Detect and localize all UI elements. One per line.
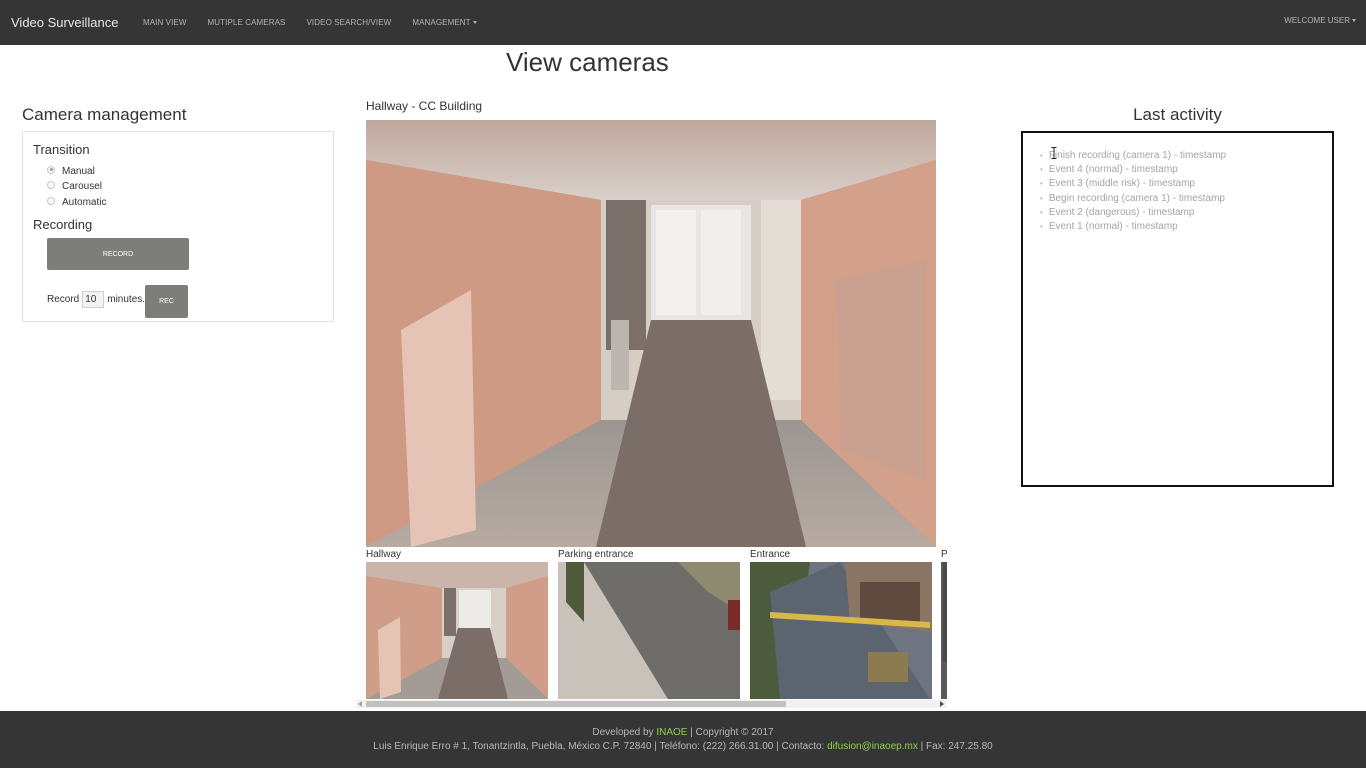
main-camera-feed[interactable] (366, 120, 936, 547)
footer-address: Luis Enrique Erro # 1, Tonantzintla, Pue… (373, 741, 825, 752)
entrance-thumbnail-image (750, 562, 932, 699)
scroll-right-icon[interactable] (940, 701, 944, 707)
radio-manual[interactable]: Manual (47, 165, 95, 177)
camera-management-title: Camera management (22, 105, 187, 124)
activity-item: Event 2 (dangerous) - timestamp (1040, 206, 1226, 220)
thumb-entrance[interactable] (750, 562, 932, 699)
record-button[interactable]: RECORD (47, 238, 189, 270)
main-camera-title: Hallway - CC Building (366, 99, 483, 113)
scrollbar-thumb[interactable] (366, 701, 786, 707)
radio-automatic-label: Automatic (62, 197, 107, 208)
user-menu-label: WELCOME USER (1284, 16, 1350, 25)
record-minutes-row: Record minutes. (47, 291, 145, 308)
activity-item: Event 4 (normal) - timestamp (1040, 163, 1226, 177)
brand-link[interactable]: Video Surveillance (11, 15, 118, 30)
transition-label: Transition (33, 142, 90, 157)
footer (0, 711, 1366, 768)
thumb-label-entrance: Entrance (750, 549, 791, 560)
footer-developed-by: Developed by (592, 727, 654, 738)
thumb-label-parking: Parking entrance (558, 549, 634, 560)
radio-button[interactable] (47, 180, 55, 189)
hallway-camera-image (366, 120, 936, 547)
hallway-thumbnail-image (366, 562, 548, 699)
footer-line-2: Luis Enrique Erro # 1, Tonantzintla, Pue… (0, 741, 1366, 752)
thumb-hallway[interactable] (366, 562, 548, 699)
last-activity-title: Last activity (1133, 105, 1222, 124)
scroll-left-icon[interactable] (358, 701, 362, 707)
thumbnails-scrollbar[interactable] (356, 700, 946, 708)
activity-item: Event 3 (middle risk) - timestamp (1040, 177, 1226, 191)
radio-carousel-label: Carousel (62, 181, 103, 192)
user-menu-dropdown[interactable]: WELCOME USER (1284, 16, 1356, 25)
radio-carousel[interactable]: Carousel (47, 180, 103, 192)
thumb-label-hallway: Hallway (366, 549, 402, 560)
page-title: View cameras (506, 47, 669, 77)
recording-label: Recording (33, 217, 93, 232)
record-minutes-input[interactable] (82, 291, 105, 308)
record-prefix-label: Record (47, 294, 80, 305)
nav-management-label: MANAGEMENT (412, 18, 471, 27)
nav-video-search[interactable]: VIDEO SEARCH/VIEW (307, 18, 392, 27)
activity-item: Finish recording (camera 1) - timestamp (1040, 149, 1226, 163)
activity-item: Begin recording (camera 1) - timestamp (1040, 192, 1226, 206)
footer-fax: | Fax: 247.25.80 (920, 741, 993, 752)
record-suffix-label: minutes. (107, 294, 146, 305)
chevron-down-icon (472, 21, 477, 25)
footer-line-1: Developed by INAOE | Copyright © 2017 (0, 727, 1366, 738)
chevron-down-icon (1352, 19, 1356, 23)
activity-list: Finish recording (camera 1) - timestamp … (1040, 149, 1226, 234)
partial-thumbnail-image (941, 562, 947, 699)
thumb-parking-entrance[interactable] (558, 562, 740, 699)
radio-automatic[interactable]: Automatic (47, 196, 107, 208)
nav-main-view[interactable]: MAIN VIEW (143, 18, 187, 27)
nav-management-dropdown[interactable]: MANAGEMENT (412, 18, 477, 27)
thumb-label-partial: P (941, 549, 947, 560)
footer-org-link[interactable]: INAOE (656, 727, 687, 738)
radio-manual-label: Manual (62, 166, 95, 177)
parking-thumbnail-image (558, 562, 740, 699)
radio-button-checked[interactable] (47, 165, 55, 174)
thumb-partial[interactable] (941, 562, 947, 699)
footer-email-link[interactable]: difusion@inaoep.mx (827, 741, 918, 752)
activity-item: Event 1 (normal) - timestamp (1040, 220, 1226, 234)
nav-multiple-cameras[interactable]: MUTIPLE CAMERAS (208, 18, 286, 27)
footer-copyright: | Copyright © 2017 (690, 727, 774, 738)
radio-button[interactable] (47, 196, 55, 205)
rec-button[interactable]: REC (145, 285, 188, 318)
text-cursor-icon (1051, 147, 1057, 159)
top-navbar: Video Surveillance MAIN VIEW MUTIPLE CAM… (0, 0, 1366, 45)
